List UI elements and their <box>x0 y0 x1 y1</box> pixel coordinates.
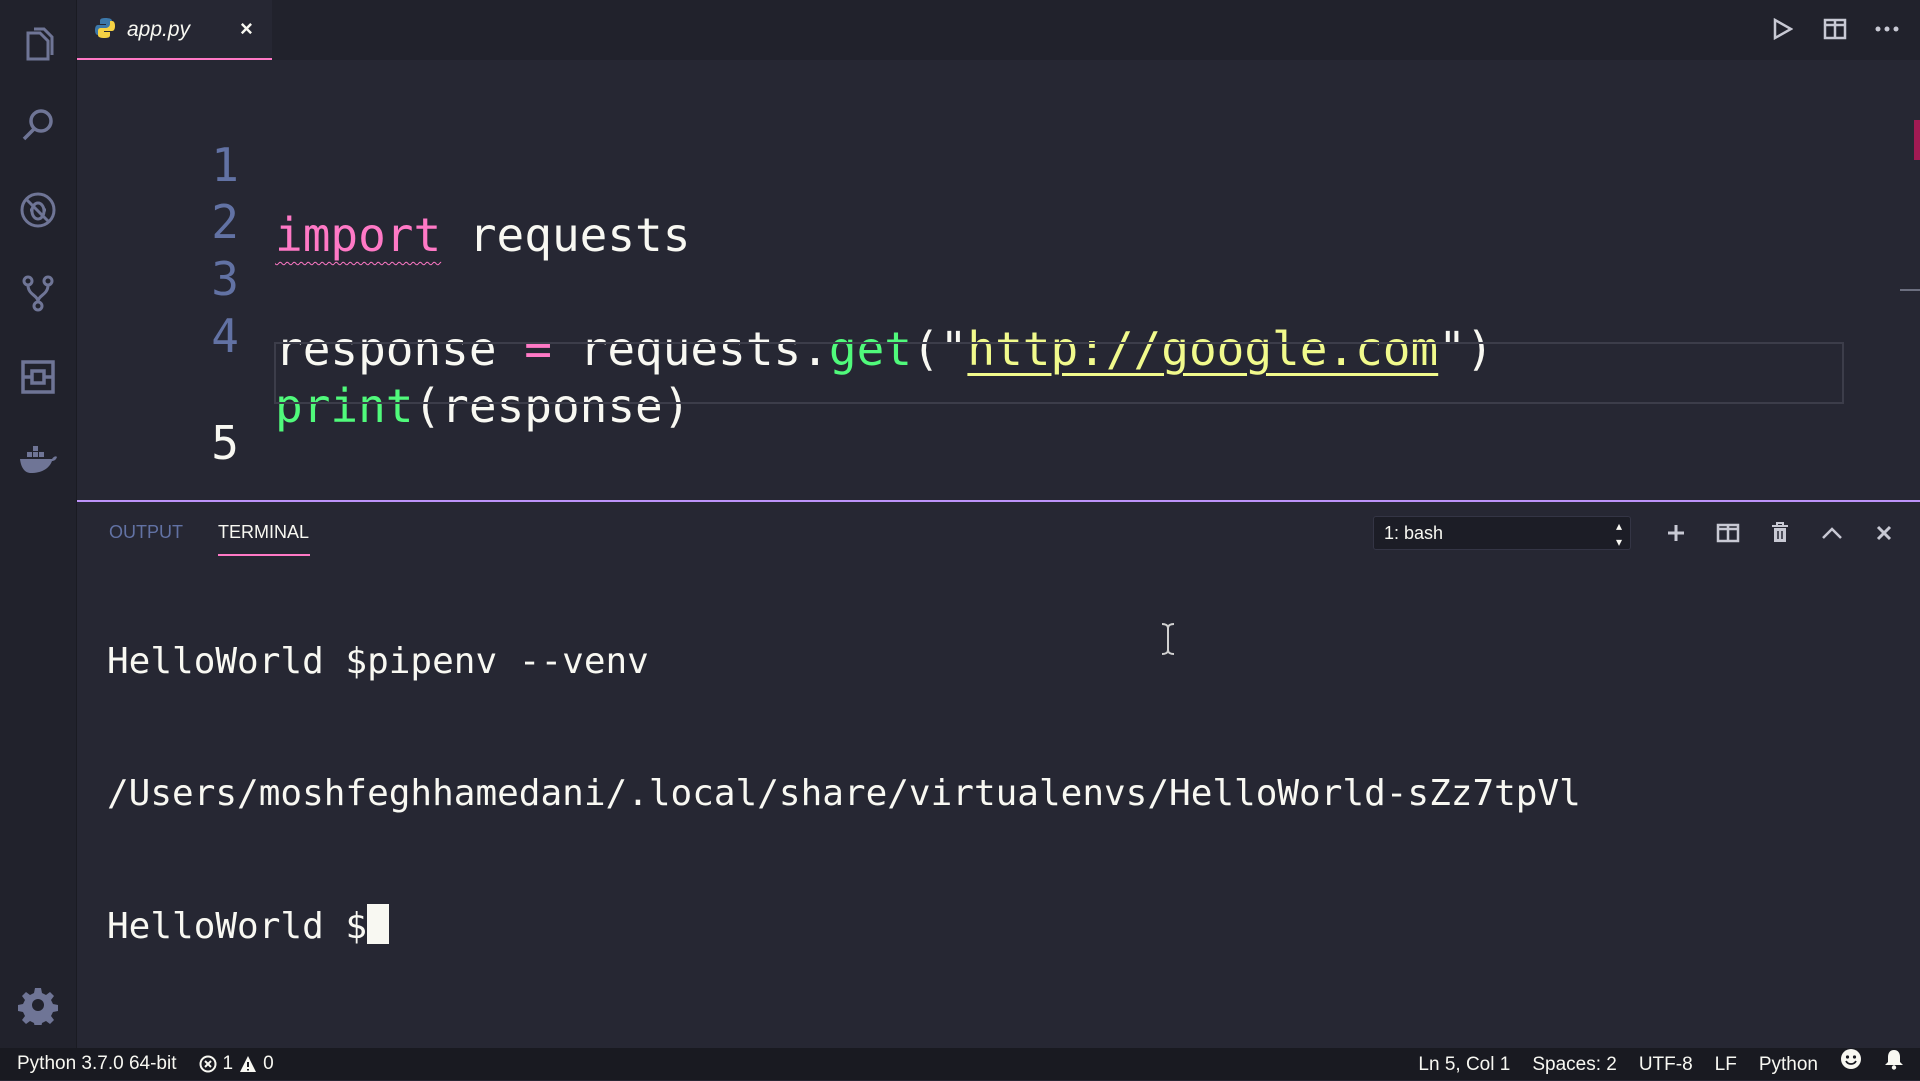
search-icon[interactable] <box>0 90 76 160</box>
kill-terminal-icon[interactable] <box>1754 518 1806 548</box>
bottom-panel: OUTPUT TERMINAL 1: bash ▴ ▾ HelloWorld $p… <box>77 500 1920 1050</box>
settings-gear-icon[interactable] <box>0 970 76 1040</box>
text-cursor-icon <box>1161 623 1175 655</box>
notifications-bell-icon[interactable] <box>1884 1048 1904 1081</box>
error-icon <box>199 1055 216 1073</box>
overview-ruler-cursor <box>1900 289 1920 291</box>
tab-app-py[interactable]: app.py × <box>77 0 272 60</box>
source-control-icon[interactable] <box>0 258 76 328</box>
more-actions-icon[interactable] <box>1872 14 1902 44</box>
terminal-select-value: 1: bash <box>1384 523 1444 543</box>
select-arrows-icon: ▴ ▾ <box>1615 519 1622 549</box>
tab-terminal[interactable]: TERMINAL <box>218 522 309 543</box>
terminal-line: /Users/moshfeghhamedani/.local/share/vir… <box>107 773 1581 814</box>
warning-count: 0 <box>263 1053 274 1074</box>
terminal-line: HelloWorld $pipenv --venv <box>107 641 649 682</box>
editor-actions <box>1768 14 1902 44</box>
python-interpreter[interactable]: Python 3.7.0 64-bit <box>17 1048 177 1080</box>
status-bar: Python 3.7.0 64-bit 1 0 Ln 5, Col 1 Spac… <box>0 1048 1920 1080</box>
close-panel-icon[interactable] <box>1858 518 1910 548</box>
split-terminal-icon[interactable] <box>1702 518 1754 548</box>
cursor-position[interactable]: Ln 5, Col 1 <box>1418 1049 1510 1081</box>
code-line: 4 print(response) <box>77 231 1847 433</box>
debug-icon[interactable] <box>0 175 76 245</box>
tab-close-icon[interactable]: × <box>240 16 253 42</box>
terminal-prompt: HelloWorld $ <box>107 906 368 947</box>
encoding[interactable]: UTF-8 <box>1639 1049 1693 1081</box>
split-editor-icon[interactable] <box>1820 14 1850 44</box>
error-count: 1 <box>222 1053 234 1074</box>
terminal-select[interactable]: 1: bash ▴ ▾ <box>1373 516 1631 550</box>
activity-bar <box>0 0 77 1048</box>
end-of-line[interactable]: LF <box>1715 1049 1737 1081</box>
code-line: 5 <box>77 338 1847 470</box>
python-file-icon <box>95 18 115 38</box>
terminal-cursor <box>367 904 390 944</box>
code-editor[interactable]: 1 import requests 2 3 response = request… <box>77 60 1920 500</box>
language-mode[interactable]: Python <box>1759 1049 1818 1081</box>
tab-output[interactable]: OUTPUT <box>109 522 183 543</box>
indentation[interactable]: Spaces: 2 <box>1532 1049 1617 1081</box>
problems-indicator[interactable]: 1 0 <box>199 1048 274 1080</box>
line-number: 5 <box>211 416 239 470</box>
tab-filename: app.py <box>127 18 191 41</box>
scrollbar-marker <box>1914 120 1920 160</box>
run-icon[interactable] <box>1768 14 1798 44</box>
panel-actions <box>1650 518 1910 548</box>
maximize-panel-icon[interactable] <box>1806 518 1858 548</box>
terminal-output[interactable]: HelloWorld $pipenv --venv /Users/moshfeg… <box>107 552 1581 1037</box>
feedback-smiley-icon[interactable] <box>1840 1048 1862 1081</box>
editor-tab-bar: app.py × <box>77 0 1920 60</box>
explorer-icon[interactable] <box>0 10 76 80</box>
docker-icon[interactable] <box>0 425 76 495</box>
warning-icon <box>240 1056 257 1072</box>
extensions-icon[interactable] <box>0 342 76 412</box>
new-terminal-icon[interactable] <box>1650 518 1702 548</box>
